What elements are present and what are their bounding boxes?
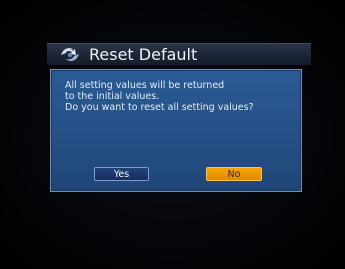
dialog-message-line: All setting values will be returned bbox=[65, 80, 225, 91]
dialog-title: Reset Default bbox=[89, 45, 198, 64]
reset-dialog: All setting values will be returned to t… bbox=[50, 69, 302, 192]
yes-button[interactable]: Yes bbox=[94, 167, 149, 181]
dialog-title-bar: Reset Default bbox=[47, 43, 311, 65]
reset-swirl-icon-graphic bbox=[61, 47, 79, 62]
no-button[interactable]: No bbox=[206, 167, 262, 181]
dialog-message-line: to the initial values. bbox=[65, 91, 160, 102]
dialog-message-line: Do you want to reset all setting values? bbox=[65, 102, 254, 113]
dialog-message: All setting values will be returned to t… bbox=[65, 80, 297, 113]
tv-screen: Reset Default All setting values will be… bbox=[0, 0, 345, 269]
reset-swirl-icon bbox=[59, 45, 81, 64]
